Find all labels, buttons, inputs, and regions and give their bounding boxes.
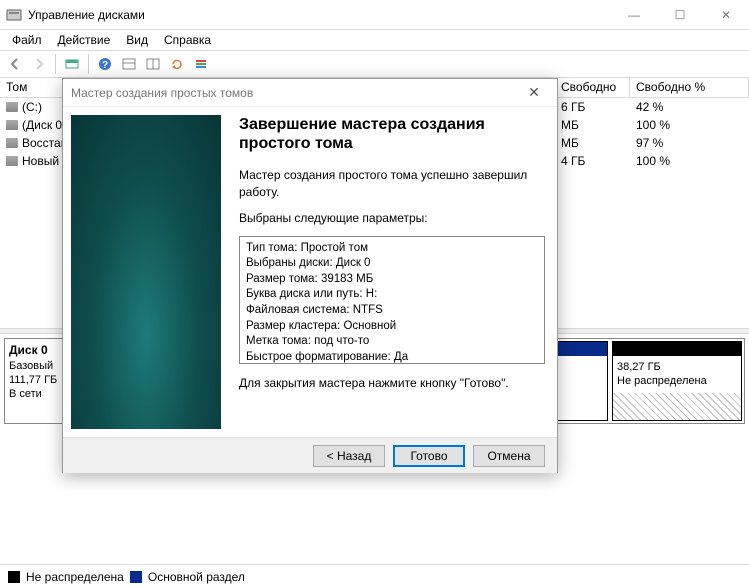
legend-unallocated: Не распределена [26, 570, 124, 584]
volume-icon [6, 120, 18, 130]
legend-swatch-unallocated [8, 571, 20, 583]
volume-freepct: 100 % [630, 118, 749, 132]
volume-freepct: 100 % [630, 154, 749, 168]
view-icon[interactable] [61, 53, 83, 75]
menu-bar: Файл Действие Вид Справка [0, 30, 749, 50]
wizard-banner [71, 115, 221, 429]
param-line: Размер кластера: Основной [246, 319, 538, 335]
finish-button[interactable]: Готово [393, 445, 465, 467]
dialog-close-button[interactable]: ✕ [519, 80, 549, 106]
volume-name: (Диск 0 [22, 118, 62, 132]
disk-size: 111,77 ГБ [9, 374, 57, 386]
param-line: Быстрое форматирование: Да [246, 350, 538, 364]
forward-icon[interactable] [28, 53, 50, 75]
param-line: Размер тома: 39183 МБ [246, 272, 538, 288]
maximize-button[interactable]: ☐ [657, 0, 703, 30]
col-free[interactable]: Свободно [555, 78, 630, 97]
param-line: Буква диска или путь: H: [246, 287, 538, 303]
menu-help[interactable]: Справка [156, 31, 219, 49]
wizard-params-box[interactable]: Тип тома: Простой том Выбраны диски: Дис… [239, 236, 545, 364]
window-title: Управление дисками [28, 8, 611, 22]
volume-name: Восстан [22, 136, 67, 150]
legend-swatch-primary [130, 571, 142, 583]
minimize-button[interactable]: — [611, 0, 657, 30]
volume-icon [6, 156, 18, 166]
param-line: Метка тома: под что-то [246, 334, 538, 350]
legend-primary: Основной раздел [148, 570, 245, 584]
refresh-icon[interactable] [166, 53, 188, 75]
partition-unallocated[interactable]: 38,27 ГБ Не распределена [612, 341, 742, 421]
disk-type: Базовый [9, 360, 53, 372]
volume-name: (C:) [22, 100, 42, 114]
dialog-button-bar: < Назад Готово Отмена [63, 437, 557, 473]
wizard-done-text: Мастер создания простого тома успешно за… [239, 167, 545, 199]
back-icon[interactable] [4, 53, 26, 75]
volume-free: МБ [555, 136, 630, 150]
app-icon [6, 7, 22, 23]
param-line: Выбраны диски: Диск 0 [246, 256, 538, 272]
volume-free: МБ [555, 118, 630, 132]
back-button[interactable]: < Назад [313, 445, 385, 467]
menu-action[interactable]: Действие [50, 31, 119, 49]
col-freepct[interactable]: Свободно % [630, 78, 749, 97]
dialog-title: Мастер создания простых томов [71, 86, 253, 100]
menu-view[interactable]: Вид [118, 31, 156, 49]
param-line: Файловая система: NTFS [246, 303, 538, 319]
wizard-params-label: Выбраны следующие параметры: [239, 210, 545, 226]
svg-text:?: ? [102, 60, 108, 71]
unalloc-size: 38,27 ГБ [617, 361, 661, 373]
panel1-icon[interactable] [118, 53, 140, 75]
volume-freepct: 42 % [630, 100, 749, 114]
param-line: Тип тома: Простой том [246, 241, 538, 257]
toolbar: ? [0, 50, 749, 78]
help-icon[interactable]: ? [94, 53, 116, 75]
status-bar: Не распределена Основной раздел [0, 564, 749, 588]
panel2-icon[interactable] [142, 53, 164, 75]
window-titlebar: Управление дисками — ☐ ✕ [0, 0, 749, 30]
disk-status: В сети [9, 388, 42, 400]
cancel-button[interactable]: Отмена [473, 445, 545, 467]
volume-free: 4 ГБ [555, 154, 630, 168]
wizard-heading: Завершение мастера создания простого том… [239, 115, 545, 153]
dialog-titlebar[interactable]: Мастер создания простых томов ✕ [63, 79, 557, 107]
wizard-close-text: Для закрытия мастера нажмите кнопку "Гот… [239, 376, 545, 390]
partition-stripe [613, 342, 741, 356]
volume-freepct: 97 % [630, 136, 749, 150]
volume-name: Новый т [22, 154, 68, 168]
disk-label: Диск 0 [9, 343, 48, 357]
volume-free: 6 ГБ [555, 100, 630, 114]
volume-icon [6, 138, 18, 148]
list-icon[interactable] [190, 53, 212, 75]
close-button[interactable]: ✕ [703, 0, 749, 30]
unalloc-label: Не распределена [617, 375, 707, 387]
menu-file[interactable]: Файл [4, 31, 50, 49]
wizard-dialog: Мастер создания простых томов ✕ Завершен… [62, 78, 558, 473]
volume-icon [6, 102, 18, 112]
